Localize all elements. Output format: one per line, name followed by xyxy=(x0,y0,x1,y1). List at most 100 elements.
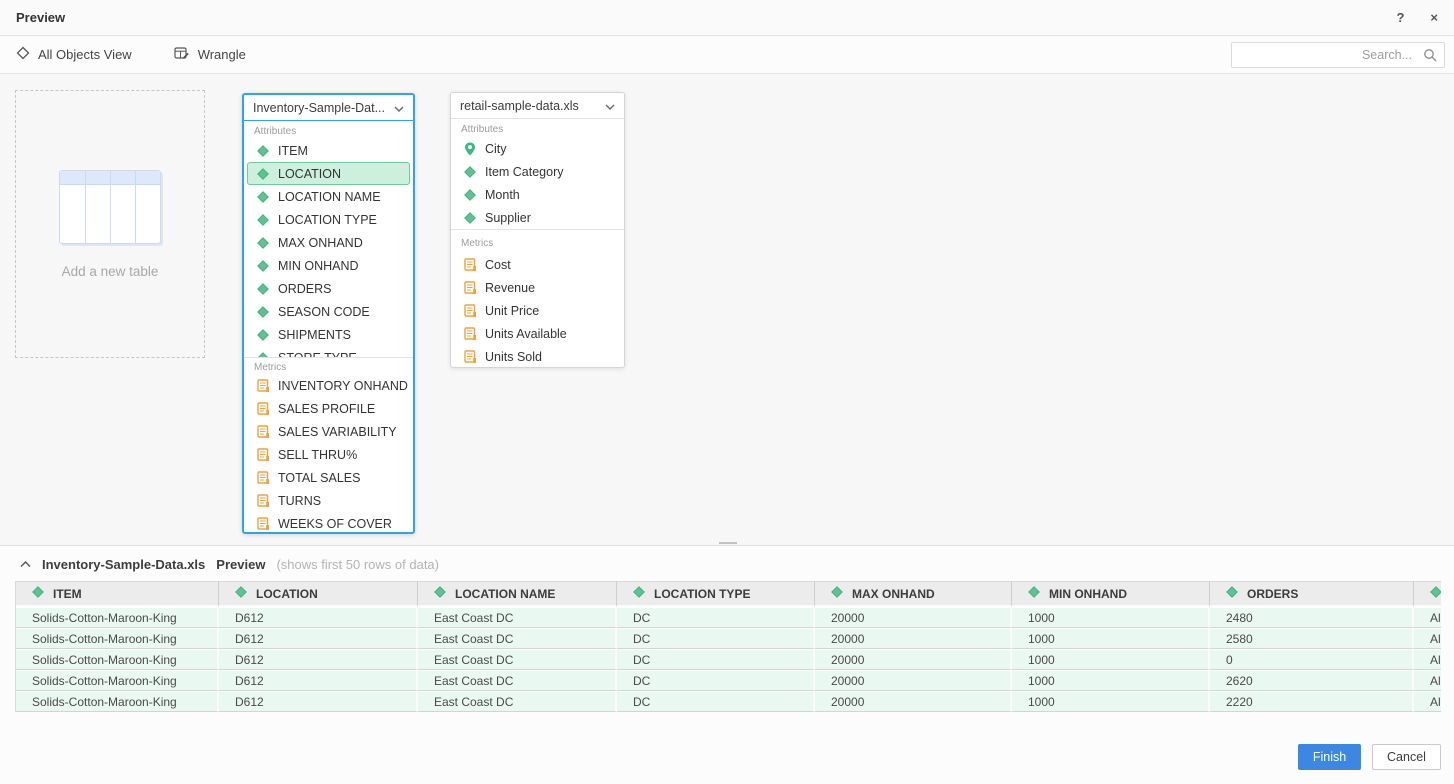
attribute-item-min-onhand[interactable]: MIN ONHAND xyxy=(247,254,410,277)
attribute-item-orders[interactable]: ORDERS xyxy=(247,277,410,300)
table-cell: 1000 xyxy=(1012,649,1210,670)
add-table-label: Add a new table xyxy=(62,264,159,279)
attribute-item-city[interactable]: City xyxy=(454,137,621,160)
table-cell: 20000 xyxy=(815,628,1012,649)
column-label: ITEM xyxy=(53,587,82,601)
metric-label: SALES PROFILE xyxy=(278,402,375,416)
column-header-location[interactable]: LOCATION xyxy=(219,581,418,607)
column-header-item[interactable]: ITEM xyxy=(16,581,219,607)
metric-item-total-sales[interactable]: TOTAL SALES xyxy=(247,466,410,489)
attribute-diamond-icon xyxy=(463,212,477,224)
table-cell: East Coast DC xyxy=(418,628,617,649)
wrangle-button[interactable]: Wrangle xyxy=(174,46,246,63)
table-cell: East Coast DC xyxy=(418,649,617,670)
table-cell: D612 xyxy=(219,670,418,691)
attribute-label: Supplier xyxy=(485,211,531,225)
attribute-label: LOCATION TYPE xyxy=(278,213,377,227)
all-objects-view-button[interactable]: All Objects View xyxy=(16,46,132,63)
attribute-item-store-type[interactable]: STORE TYPE xyxy=(247,346,410,357)
table-cell: 1000 xyxy=(1012,691,1210,712)
metric-grid-icon xyxy=(463,281,477,294)
column-header-location-type[interactable]: LOCATION TYPE xyxy=(617,581,815,607)
metric-item-units-sold[interactable]: Units Sold xyxy=(454,345,621,368)
help-icon[interactable]: ? xyxy=(1396,11,1404,24)
attribute-diamond-icon xyxy=(256,237,270,249)
column-header-max-onhand[interactable]: MAX ONHAND xyxy=(815,581,1012,607)
metric-label: WEEKS OF COVER xyxy=(278,517,392,531)
dataset-panel-inventory: Inventory-Sample-Dat... Attributes ITEML… xyxy=(242,93,415,534)
diamond-outline-icon xyxy=(16,46,30,63)
attribute-diamond-icon xyxy=(1430,586,1441,601)
table-cell: All xyxy=(1414,649,1441,670)
metrics-section-label: Metrics xyxy=(451,229,624,253)
metric-grid-icon xyxy=(256,448,270,461)
table-cell: DC xyxy=(617,649,815,670)
table-cell: East Coast DC xyxy=(418,691,617,712)
attribute-diamond-icon xyxy=(256,352,270,358)
metric-item-sales-variability[interactable]: SALES VARIABILITY xyxy=(247,420,410,443)
attribute-item-item-category[interactable]: Item Category xyxy=(454,160,621,183)
metric-item-unit-price[interactable]: Unit Price xyxy=(454,299,621,322)
metric-item-sell-thru[interactable]: SELL THRU% xyxy=(247,443,410,466)
close-icon[interactable]: × xyxy=(1430,11,1438,24)
attribute-item-month[interactable]: Month xyxy=(454,183,621,206)
all-objects-view-label: All Objects View xyxy=(38,47,132,62)
wrangle-icon xyxy=(174,46,190,63)
dialog-title: Preview xyxy=(16,10,65,25)
dataset-name: retail-sample-data.xls xyxy=(460,99,579,113)
attribute-label: ITEM xyxy=(278,144,308,158)
attribute-item-supplier[interactable]: Supplier xyxy=(454,206,621,229)
cancel-button[interactable]: Cancel xyxy=(1372,744,1441,770)
chevron-up-icon[interactable] xyxy=(20,561,31,568)
new-table-icon xyxy=(59,170,161,244)
metric-grid-icon xyxy=(463,350,477,363)
attribute-label: STORE TYPE xyxy=(278,351,357,358)
attribute-diamond-icon xyxy=(633,586,645,601)
add-new-table-dropzone[interactable]: Add a new table xyxy=(15,90,205,358)
metric-grid-icon xyxy=(463,327,477,340)
attribute-item-shipments[interactable]: SHIPMENTS xyxy=(247,323,410,346)
column-header-orders[interactable]: ORDERS xyxy=(1210,581,1414,607)
attribute-item-location-type[interactable]: LOCATION TYPE xyxy=(247,208,410,231)
table-cell: 0 xyxy=(1210,649,1414,670)
attribute-item-location-name[interactable]: LOCATION NAME xyxy=(247,185,410,208)
metric-item-sales-profile[interactable]: SALES PROFILE xyxy=(247,397,410,420)
finish-button[interactable]: Finish xyxy=(1298,744,1361,770)
attribute-label: MAX ONHAND xyxy=(278,236,363,250)
metric-grid-icon xyxy=(256,402,270,415)
search-icon[interactable] xyxy=(1423,48,1437,67)
column-header-blank[interactable] xyxy=(1414,581,1441,607)
search-input[interactable] xyxy=(1231,42,1445,68)
attribute-diamond-icon xyxy=(256,168,270,180)
metric-item-units-available[interactable]: Units Available xyxy=(454,322,621,345)
metric-item-revenue[interactable]: Revenue xyxy=(454,276,621,299)
metric-item-turns[interactable]: TURNS xyxy=(247,489,410,512)
attributes-list: ITEM LOCATIONLOCATION NAME LOCATION TYPE MA… xyxy=(244,139,413,357)
column-header-location-name[interactable]: LOCATION NAME xyxy=(418,581,617,607)
dataset-selector-inventory[interactable]: Inventory-Sample-Dat... xyxy=(244,95,413,121)
metric-grid-icon xyxy=(256,425,270,438)
attribute-item-season-code[interactable]: SEASON CODE xyxy=(247,300,410,323)
toolbar: All Objects View Wrangle xyxy=(0,36,1454,74)
metric-label: Units Available xyxy=(485,327,567,341)
column-header-min-onhand[interactable]: MIN ONHAND xyxy=(1012,581,1210,607)
table-cell: 1000 xyxy=(1012,628,1210,649)
table-cell: East Coast DC xyxy=(418,670,617,691)
wrangle-label: Wrangle xyxy=(198,47,246,62)
attribute-item-max-onhand[interactable]: MAX ONHAND xyxy=(247,231,410,254)
attribute-item-item[interactable]: ITEM xyxy=(247,139,410,162)
tables-canvas: Add a new table Inventory-Sample-Dat... … xyxy=(0,75,1454,545)
metrics-list: INVENTORY ONHAND SALES PROFILE SALES VARIA… xyxy=(244,374,413,534)
metric-item-cost[interactable]: Cost xyxy=(454,253,621,276)
metric-label: Revenue xyxy=(485,281,535,295)
attribute-item-location[interactable]: LOCATION xyxy=(247,162,410,185)
chevron-down-icon xyxy=(394,101,404,115)
metric-item-weeks-of-cover[interactable]: WEEKS OF COVER xyxy=(247,512,410,534)
metric-item-inventory-onhand[interactable]: INVENTORY ONHAND xyxy=(247,374,410,397)
table-cell: D612 xyxy=(219,607,418,628)
table-cell: 2220 xyxy=(1210,691,1414,712)
dataset-selector-retail[interactable]: retail-sample-data.xls xyxy=(451,93,624,119)
metric-label: SELL THRU% xyxy=(278,448,357,462)
chevron-down-icon xyxy=(605,99,615,113)
metric-label: Cost xyxy=(485,258,511,272)
